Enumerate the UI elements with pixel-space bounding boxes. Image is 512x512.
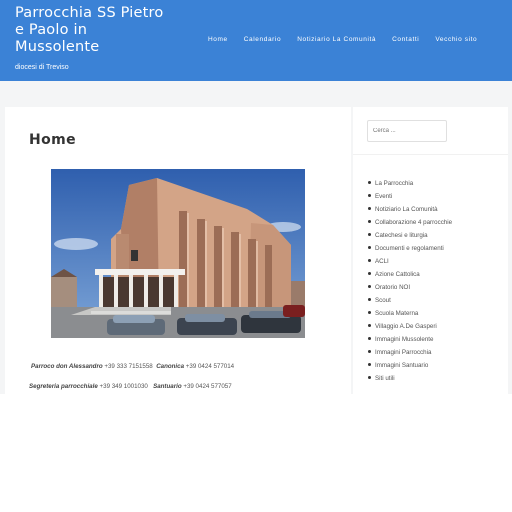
sidebar-link[interactable]: ACLI <box>375 258 389 265</box>
nav-item-vecchio-sito[interactable]: Vecchio sito <box>435 36 477 43</box>
sidebar-link[interactable]: La Parrocchia <box>375 180 413 187</box>
list-item[interactable]: Notiziario La Comunità <box>368 203 452 216</box>
nav-item-contatti[interactable]: Contatti <box>392 36 419 43</box>
bullet-icon <box>368 323 371 327</box>
list-item[interactable]: Villaggio A.De Gasperi <box>368 320 452 333</box>
nav-item-calendario[interactable]: Calendario <box>244 36 281 43</box>
site-header: Parrocchia SS Pietro e Paolo in Mussolen… <box>0 0 512 81</box>
page-bottom <box>0 394 512 512</box>
bullet-icon <box>368 232 371 236</box>
sidebar-link[interactable]: Eventi <box>375 193 392 200</box>
contact-phone: +39 349 1001030 <box>99 383 148 390</box>
list-item[interactable]: Catechesi e liturgia <box>368 229 452 242</box>
sidebar-link[interactable]: Scuola Materna <box>375 310 418 317</box>
contact-row-2: Segreteria parrocchiale +39 349 1001030 … <box>29 383 232 390</box>
contact-phone: +39 0424 577014 <box>185 363 235 370</box>
main-content: Home Parroco don Alessandro +39 333 7151… <box>5 107 351 394</box>
contact-role: Santuario <box>153 383 182 390</box>
bullet-icon <box>368 375 371 379</box>
sidebar-link[interactable]: Oratorio NOI <box>375 284 410 291</box>
bullet-icon <box>368 206 371 210</box>
bullet-icon <box>368 336 371 340</box>
list-item[interactable]: ACLI <box>368 255 452 268</box>
sidebar-link[interactable]: Immagini Santuario <box>375 362 428 369</box>
bullet-icon <box>368 362 371 366</box>
sidebar-link[interactable]: Villaggio A.De Gasperi <box>375 323 437 330</box>
site-title[interactable]: Parrocchia SS Pietro e Paolo in Mussolen… <box>15 5 175 56</box>
bullet-icon <box>368 349 371 353</box>
page-title: Home <box>29 132 77 148</box>
sidebar-link[interactable]: Siti utili <box>375 375 395 382</box>
list-item[interactable]: Siti utili <box>368 372 452 385</box>
bullet-icon <box>368 310 371 314</box>
list-item[interactable]: Immagini Parrocchia <box>368 346 452 359</box>
sidebar-link[interactable]: Azione Cattolica <box>375 271 420 278</box>
list-item[interactable]: Scuola Materna <box>368 307 452 320</box>
contact-phone: +39 333 7151558 <box>104 363 153 370</box>
list-item[interactable]: Immagini Santuario <box>368 359 452 372</box>
contact-row-1: Parroco don Alessandro +39 333 7151558 C… <box>31 363 234 370</box>
search-input[interactable] <box>367 120 447 142</box>
bullet-icon <box>368 297 371 301</box>
site-description: diocesi di Treviso <box>15 64 69 71</box>
list-item[interactable]: Azione Cattolica <box>368 268 452 281</box>
sidebar: La Parrocchia Eventi Notiziario La Comun… <box>353 107 508 394</box>
main-nav: Home Calendario Notiziario La Comunità C… <box>200 36 485 43</box>
sidebar-link[interactable]: Notiziario La Comunità <box>375 206 438 213</box>
sidebar-link[interactable]: Immagini Parrocchia <box>375 349 431 356</box>
list-item[interactable]: Scout <box>368 294 452 307</box>
bullet-icon <box>368 258 371 262</box>
bullet-icon <box>368 180 371 184</box>
contact-phone: +39 0424 577057 <box>183 383 232 390</box>
bullet-icon <box>368 193 371 197</box>
sidebar-link[interactable]: Scout <box>375 297 391 304</box>
list-item[interactable]: La Parrocchia <box>368 177 452 190</box>
sidebar-link[interactable]: Catechesi e liturgia <box>375 232 428 239</box>
list-item[interactable]: Eventi <box>368 190 452 203</box>
sidebar-link[interactable]: Documenti e regolamenti <box>375 245 444 252</box>
bullet-icon <box>368 219 371 223</box>
list-item[interactable]: Oratorio NOI <box>368 281 452 294</box>
list-item[interactable]: Collaborazione 4 parrocchie <box>368 216 452 229</box>
contact-role: Canonica <box>156 363 185 370</box>
list-item[interactable]: Documenti e regolamenti <box>368 242 452 255</box>
contact-role: Segreteria parrocchiale <box>29 383 98 390</box>
list-item[interactable]: Immagini Mussolente <box>368 333 452 346</box>
church-photo <box>51 169 305 338</box>
sidebar-link[interactable]: Collaborazione 4 parrocchie <box>375 219 452 226</box>
search-widget <box>353 107 508 155</box>
nav-item-notiziario[interactable]: Notiziario La Comunità <box>297 36 376 43</box>
contact-role: Parroco don Alessandro <box>31 363 103 370</box>
bullet-icon <box>368 284 371 288</box>
nav-item-home[interactable]: Home <box>208 36 228 43</box>
bullet-icon <box>368 271 371 275</box>
sidebar-link[interactable]: Immagini Mussolente <box>375 336 433 343</box>
sidebar-links: La Parrocchia Eventi Notiziario La Comun… <box>368 177 452 385</box>
bullet-icon <box>368 245 371 249</box>
